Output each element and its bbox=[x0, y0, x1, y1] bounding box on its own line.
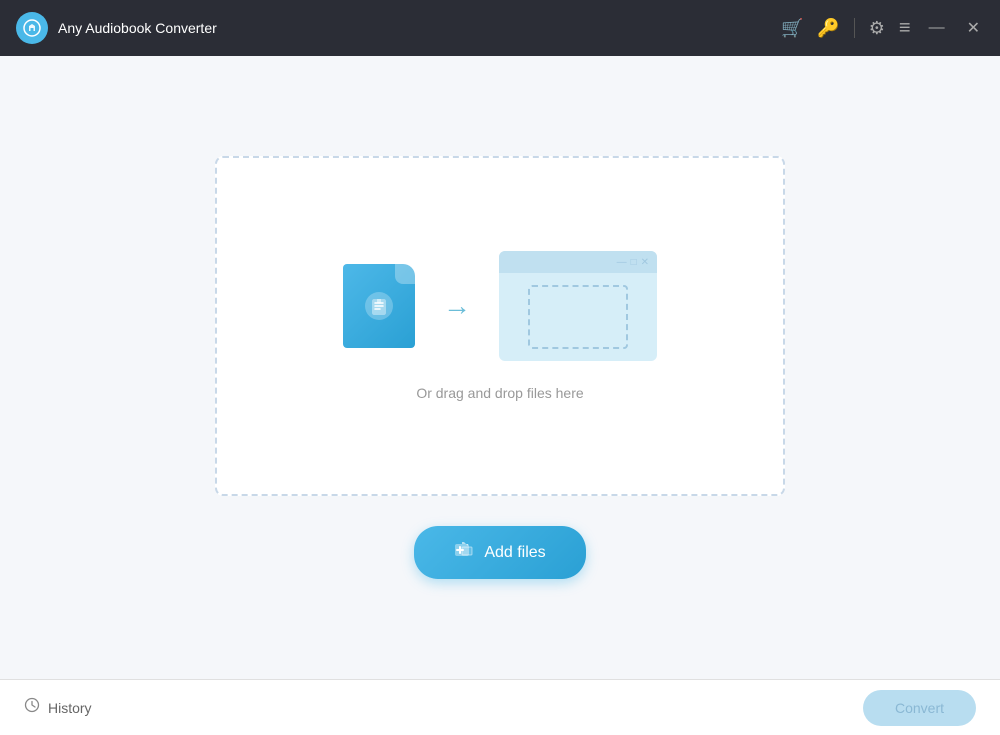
minimize-button[interactable]: — bbox=[925, 17, 949, 39]
title-bar-controls: 🛒 🔑 ⚙ ≡ — ✕ bbox=[781, 16, 984, 40]
add-files-icon bbox=[454, 540, 474, 565]
close-button[interactable]: ✕ bbox=[963, 16, 984, 40]
app-logo bbox=[16, 12, 48, 44]
title-divider bbox=[854, 18, 855, 38]
title-bar: Any Audiobook Converter 🛒 🔑 ⚙ ≡ — ✕ bbox=[0, 0, 1000, 56]
menu-icon[interactable]: ≡ bbox=[899, 17, 911, 40]
mini-title-bar: — □ ✕ bbox=[499, 251, 657, 273]
title-bar-left: Any Audiobook Converter bbox=[16, 12, 781, 44]
book-file-body bbox=[343, 264, 415, 348]
drop-illustration: → — □ ✕ bbox=[343, 251, 657, 361]
app-title: Any Audiobook Converter bbox=[58, 20, 217, 36]
history-label: History bbox=[48, 700, 92, 716]
add-files-button[interactable]: Add files bbox=[414, 526, 585, 579]
mini-drop-area bbox=[528, 285, 628, 349]
book-file-corner bbox=[395, 264, 415, 284]
book-icon bbox=[361, 288, 397, 324]
convert-button[interactable]: Convert bbox=[863, 690, 976, 726]
drag-drop-text: Or drag and drop files here bbox=[416, 385, 583, 401]
main-content: → — □ ✕ Or drag and drop files here bbox=[0, 56, 1000, 679]
history-icon bbox=[24, 697, 40, 718]
arrow-icon: → bbox=[443, 290, 471, 322]
history-button[interactable]: History bbox=[24, 697, 92, 718]
convert-label: Convert bbox=[895, 700, 944, 716]
settings-icon[interactable]: ⚙ bbox=[869, 18, 885, 39]
drop-zone[interactable]: → — □ ✕ Or drag and drop files here bbox=[215, 156, 785, 496]
bottom-bar: History Convert bbox=[0, 679, 1000, 735]
mini-window-body bbox=[499, 273, 657, 361]
book-file-icon bbox=[343, 264, 415, 348]
cart-icon[interactable]: 🛒 bbox=[781, 18, 803, 39]
key-icon[interactable]: 🔑 bbox=[817, 18, 839, 39]
window-illustration: — □ ✕ bbox=[499, 251, 657, 361]
add-files-label: Add files bbox=[484, 544, 545, 562]
